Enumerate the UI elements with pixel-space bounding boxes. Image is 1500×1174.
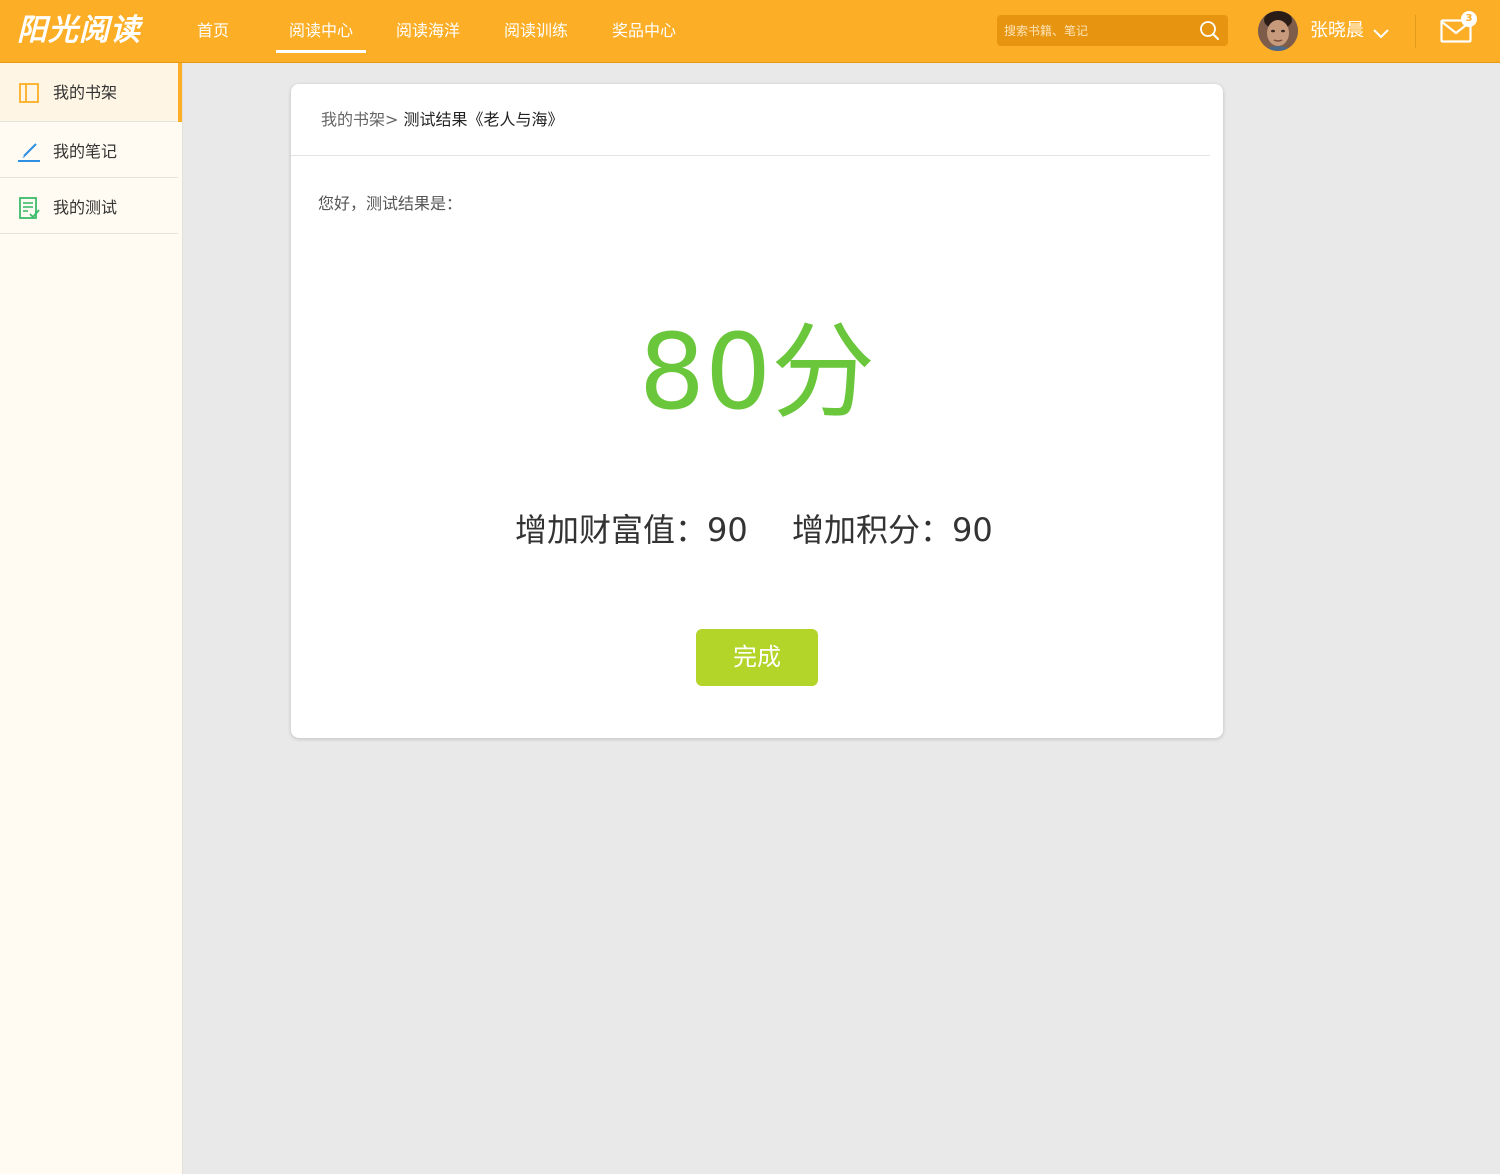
nav-item-home[interactable]: 首页	[197, 0, 229, 63]
result-greeting: 您好，测试结果是：	[318, 194, 463, 213]
nav-item-reading-ocean[interactable]: 阅读海洋	[395, 0, 461, 63]
breadcrumb-parent[interactable]: 我的书架>	[321, 110, 398, 129]
reward-summary: 增加财富值：90 增加积分：90	[291, 508, 1223, 552]
sidebar-item-tests[interactable]: 我的测试	[0, 178, 178, 234]
sidebar-item-label: 我的笔记	[53, 142, 118, 161]
test-icon	[19, 197, 40, 219]
sidebar-item-label: 我的测试	[53, 198, 118, 217]
nav-item-prize-center[interactable]: 奖品中心	[611, 0, 677, 63]
nav-item-reading-center[interactable]: 阅读中心	[276, 0, 366, 63]
top-bar: 阳光阅读 首页 阅读中心 阅读海洋 阅读训练 奖品中心 张晓晨 3	[0, 0, 1500, 63]
done-button[interactable]: 完成	[696, 629, 818, 686]
breadcrumb-current: 测试结果《老人与海》	[403, 110, 564, 129]
search-box	[997, 15, 1228, 46]
nav-item-reading-training[interactable]: 阅读训练	[503, 0, 569, 63]
breadcrumb-divider	[291, 155, 1210, 156]
bookshelf-icon	[19, 83, 39, 103]
user-name[interactable]: 张晓晨	[1310, 18, 1364, 44]
points-increase: 增加积分：90	[792, 511, 993, 549]
mail-unread-badge: 3	[1461, 11, 1477, 27]
breadcrumb: 我的书架> 测试结果《老人与海》	[321, 109, 564, 131]
user-photo-icon	[1258, 11, 1298, 51]
header-divider	[1415, 15, 1416, 48]
sidebar-item-notes[interactable]: 我的笔记	[0, 122, 178, 178]
chevron-down-icon[interactable]	[1371, 26, 1391, 42]
sidebar-item-bookshelf[interactable]: 我的书架	[0, 63, 182, 122]
pencil-icon	[18, 143, 40, 162]
sidebar: 我的书架 我的笔记 我的测试	[0, 63, 183, 1174]
result-card: 我的书架> 测试结果《老人与海》 您好，测试结果是： 80分 增加财富值：90 …	[291, 84, 1223, 738]
app-logo[interactable]: 阳光阅读	[17, 9, 141, 53]
search-input[interactable]	[997, 15, 1193, 46]
avatar[interactable]	[1258, 11, 1298, 51]
wealth-increase: 增加财富值：90	[515, 511, 748, 549]
test-score: 80分	[638, 311, 876, 433]
search-icon[interactable]	[1199, 20, 1220, 41]
sidebar-item-label: 我的书架	[53, 83, 118, 102]
